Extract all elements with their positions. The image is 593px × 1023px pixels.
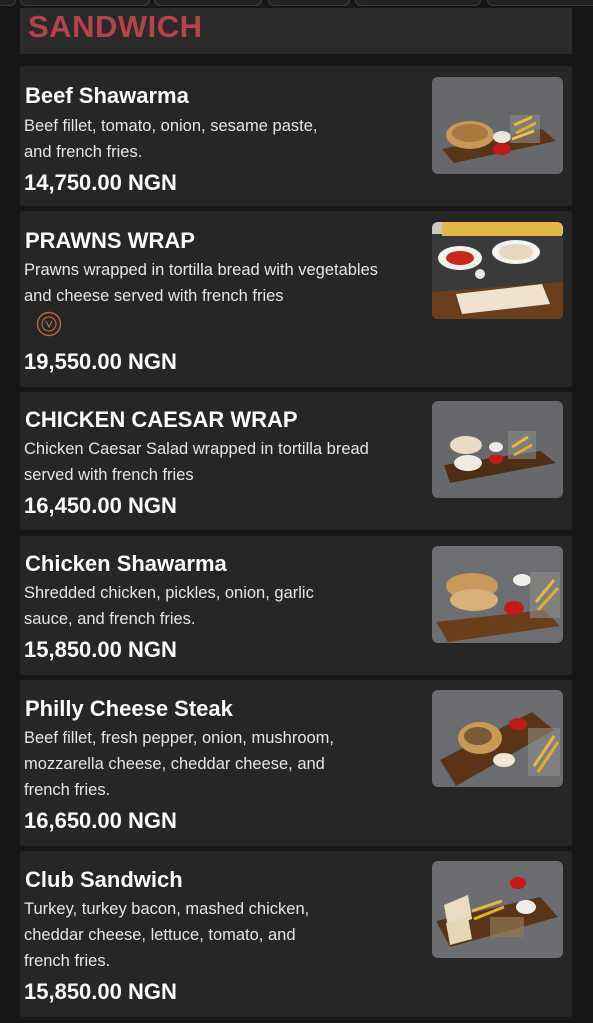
category-tab[interactable] [0,0,16,6]
description-line: cheddar cheese, lettuce, tomato, and [24,926,296,944]
item-name: Beef Shawarma [25,83,189,108]
category-tab[interactable] [20,0,150,6]
category-tab[interactable] [355,0,481,6]
description-line: served with french fries [24,466,194,484]
item-description: Shredded chicken, pickles, onion, garlic… [24,580,314,632]
description-line: Turkey, turkey bacon, mashed chicken, [24,900,310,918]
description-line: and cheese served with french fries [24,287,284,305]
item-price: 15,850.00 NGN [24,979,177,1004]
description-line: mozzarella cheese, cheddar cheese, and [24,755,325,773]
prawns-wrap-photo[interactable] [432,222,563,319]
category-tab[interactable] [268,0,350,6]
club-sandwich-photo[interactable] [432,861,563,958]
item-price: 19,550.00 NGN [24,349,177,374]
chicken-caesar-wrap-photo[interactable] [432,401,563,498]
menu-item-card[interactable]: CHICKEN CAESAR WRAP Chicken Caesar Salad… [20,392,572,530]
item-name: PRAWNS WRAP [25,228,195,253]
menu-item-card[interactable]: Beef Shawarma Beef fillet, tomato, onion… [20,66,572,206]
description-line: french fries. [24,952,111,970]
description-line: Beef fillet, tomato, onion, sesame paste… [24,117,318,135]
item-name: Philly Cheese Steak [25,696,233,721]
description-line: Shredded chicken, pickles, onion, garlic [24,584,314,602]
item-description: Chicken Caesar Salad wrapped in tortilla… [24,436,369,488]
item-price: 14,750.00 NGN [24,170,177,195]
dietary-badge-icon [36,311,62,337]
description-line: and french fries. [24,143,143,161]
philly-cheese-steak-photo[interactable] [432,690,563,787]
item-description: Beef fillet, tomato, onion, sesame paste… [24,113,318,165]
chicken-shawarma-photo[interactable] [432,546,563,643]
category-tab[interactable] [154,0,262,6]
menu-page: SANDWICH Beef Shawarma Beef fillet, toma… [0,0,593,1023]
category-tab-strip [0,0,593,6]
description-line: french fries. [24,781,111,799]
item-price: 16,450.00 NGN [24,493,177,518]
item-name: Club Sandwich [25,867,183,892]
description-line: Beef fillet, fresh pepper, onion, mushro… [24,729,335,747]
item-price: 16,650.00 NGN [24,808,177,833]
item-name: CHICKEN CAESAR WRAP [25,407,298,432]
menu-item-card[interactable]: PRAWNS WRAP Prawns wrapped in tortilla b… [20,211,572,387]
item-description: Prawns wrapped in tortilla bread with ve… [24,257,378,309]
item-description: Turkey, turkey bacon, mashed chicken, ch… [24,896,309,974]
item-description: Beef fillet, fresh pepper, onion, mushro… [24,725,334,803]
menu-item-card[interactable]: Club Sandwich Turkey, turkey bacon, mash… [20,851,572,1017]
item-price: 15,850.00 NGN [24,637,177,662]
item-name: Chicken Shawarma [25,551,227,576]
beef-shawarma-photo[interactable] [432,77,563,174]
section-header: SANDWICH [20,8,572,54]
description-line: Chicken Caesar Salad wrapped in tortilla… [24,440,369,458]
section-title: SANDWICH [28,9,203,44]
description-line: Prawns wrapped in tortilla bread with ve… [24,261,379,279]
category-tab[interactable] [487,0,593,6]
description-line: sauce, and french fries. [24,610,196,628]
menu-item-card[interactable]: Chicken Shawarma Shredded chicken, pickl… [20,536,572,675]
menu-item-card[interactable]: Philly Cheese Steak Beef fillet, fresh p… [20,680,572,846]
